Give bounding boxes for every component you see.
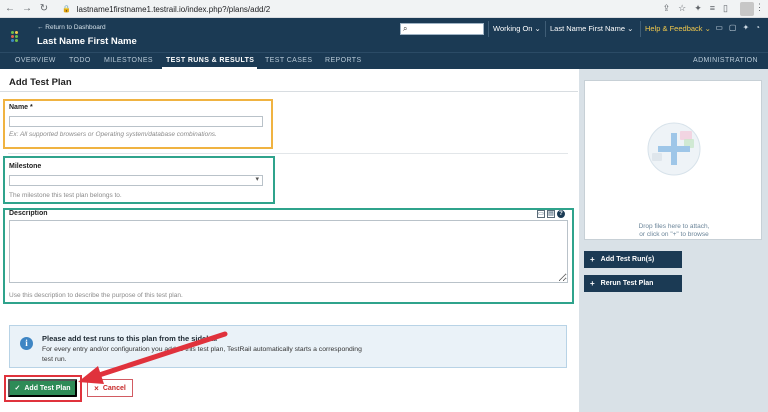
rerun-test-plan-button[interactable]: + Rerun Test Plan [584, 275, 682, 292]
extensions-icon[interactable]: ✦ [694, 3, 702, 14]
main-navigation: OVERVIEW TODO MILESTONES TEST RUNS & RES… [0, 52, 768, 69]
help-feedback-dropdown[interactable]: Help & Feedback ⌄ [645, 24, 711, 33]
profile-avatar[interactable] [740, 2, 754, 16]
menu-icon[interactable]: ⋮ [755, 2, 764, 13]
tab-test-runs-results[interactable]: TEST RUNS & RESULTS [166, 57, 254, 64]
header-divider [640, 21, 641, 37]
tab-milestones[interactable]: MILESTONES [104, 57, 153, 64]
browser-actions: ⇪ ☆ ✦ ≡ ▯ [663, 3, 728, 14]
document-icon[interactable]: ▭ [715, 23, 723, 32]
twitter-icon[interactable]: ✦ [742, 23, 749, 32]
search-icon: ⌕ [403, 24, 408, 33]
rerun-test-plan-label: Rerun Test Plan [600, 280, 654, 287]
address-bar[interactable]: 🔒 lastname1firstname1.testrail.io/index.… [62, 2, 637, 16]
sidepanel-icon[interactable]: ▯ [723, 3, 728, 14]
rss-icon[interactable]: ◔ [755, 23, 760, 32]
attachment-dropzone[interactable]: Drop files here to attach, or click on "… [584, 80, 762, 240]
search-input[interactable]: ⌕ [400, 23, 484, 35]
header-icons: ▭ ▢ ✦ ◔ [715, 23, 760, 32]
page-title: Add Test Plan [9, 77, 72, 88]
annotation-arrow [78, 331, 228, 384]
tab-test-cases[interactable]: TEST CASES [265, 57, 312, 64]
tab-overview[interactable]: OVERVIEW [15, 57, 56, 64]
divider [0, 91, 578, 92]
tab-administration[interactable]: ADMINISTRATION [693, 57, 758, 64]
app-header: ← Return to Dashboard Last Name First Na… [0, 18, 768, 52]
milestone-highlight-box [3, 156, 275, 204]
tab-todo[interactable]: TODO [69, 57, 91, 64]
active-tab-indicator [162, 67, 257, 69]
header-divider [545, 21, 546, 37]
user-menu-dropdown[interactable]: Last Name First Name ⌄ [550, 24, 633, 33]
share-icon[interactable]: ⇪ [663, 3, 671, 14]
header-divider [488, 21, 489, 37]
plus-icon: + [590, 255, 595, 264]
working-on-dropdown[interactable]: Working On ⌄ [493, 24, 541, 33]
back-arrow-icon[interactable]: ← [3, 2, 17, 16]
name-highlight-box [3, 99, 273, 149]
dropzone-text: Drop files here to attach, or click on "… [638, 223, 710, 238]
checkmark-icon: ✓ [14, 385, 21, 392]
lock-icon: 🔒 [62, 6, 71, 13]
info-icon: i [20, 337, 33, 350]
add-test-runs-button[interactable]: + Add Test Run(s) [584, 251, 682, 268]
upload-plus-icon [647, 122, 701, 176]
testrail-logo[interactable] [11, 31, 23, 43]
tab-reports[interactable]: REPORTS [325, 57, 362, 64]
star-icon[interactable]: ☆ [678, 3, 686, 14]
chat-icon[interactable]: ▢ [729, 23, 737, 32]
description-highlight-box [3, 208, 574, 304]
reload-icon[interactable]: ↻ [37, 2, 51, 16]
browser-toolbar: ← → ↻ 🔒 lastname1firstname1.testrail.io/… [0, 0, 768, 18]
add-test-runs-label: Add Test Run(s) [600, 256, 655, 263]
media-icon[interactable]: ≡ [710, 3, 715, 14]
url-text: lastname1firstname1.testrail.io/index.ph… [76, 4, 271, 14]
forward-arrow-icon[interactable]: → [20, 2, 34, 16]
project-name: Last Name First Name [37, 36, 137, 47]
plus-icon: + [590, 279, 595, 288]
divider [8, 153, 568, 154]
return-to-dashboard-link[interactable]: ← Return to Dashboard [37, 24, 106, 31]
